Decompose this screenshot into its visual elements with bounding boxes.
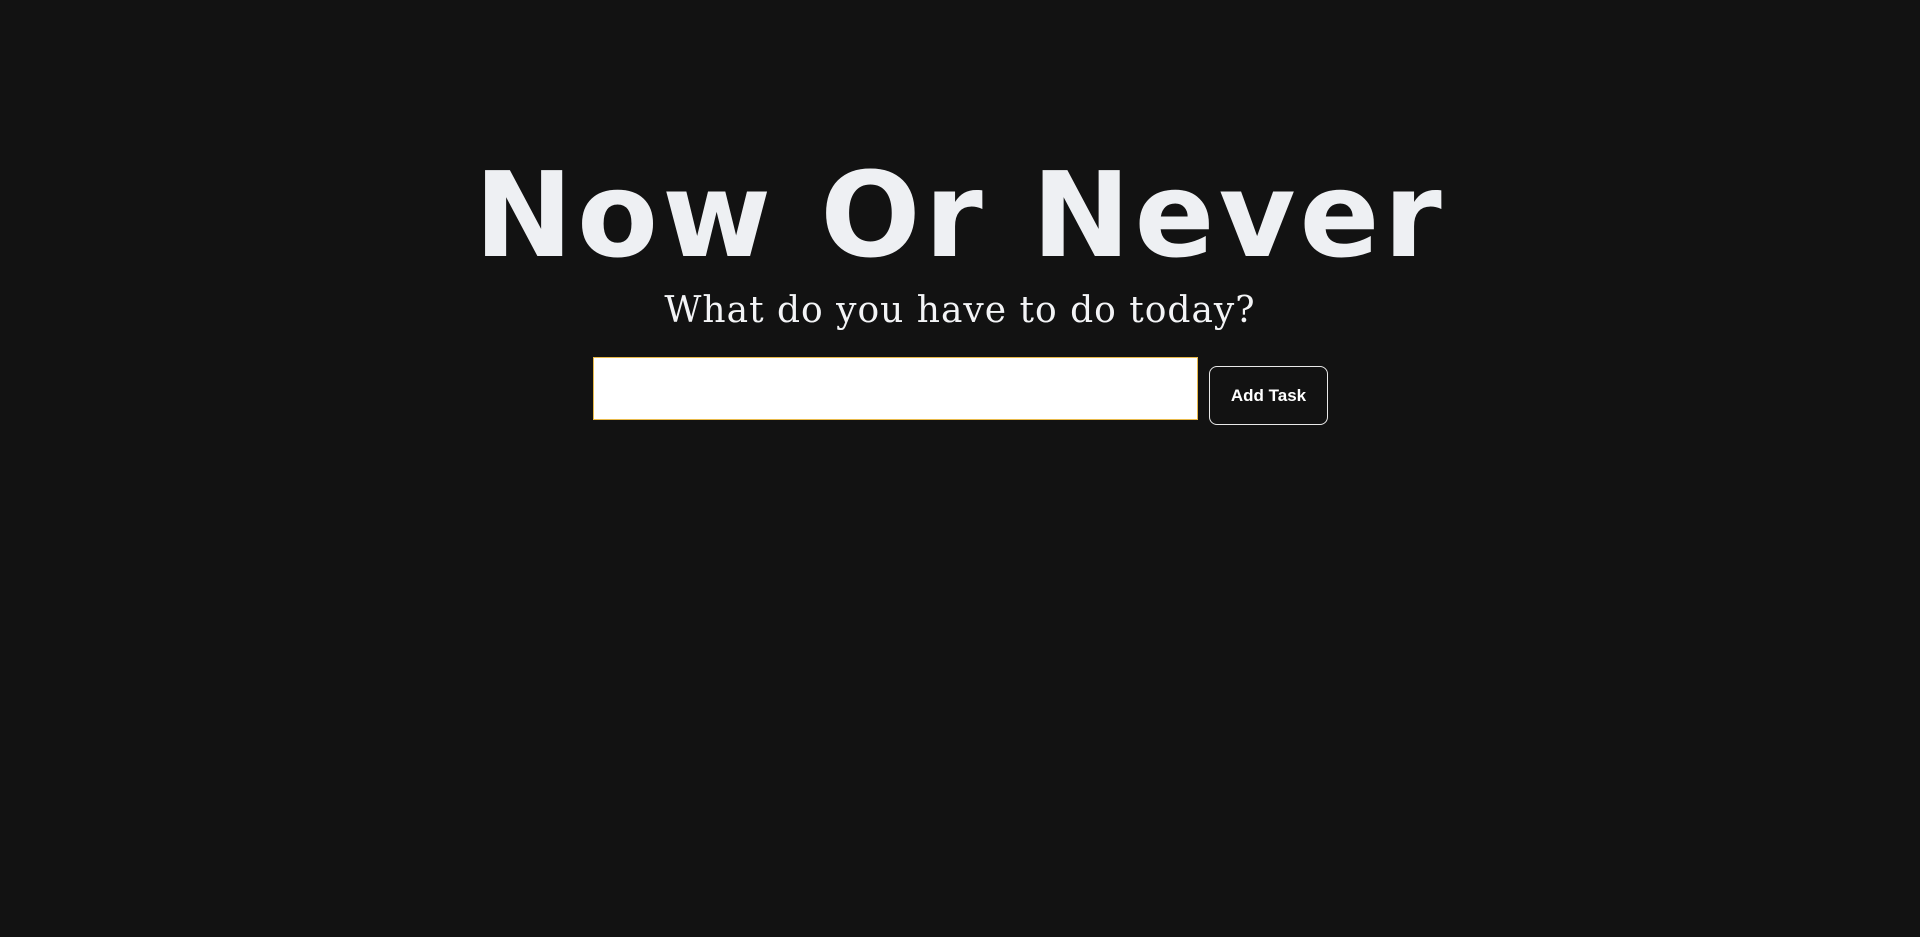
add-task-button[interactable]: Add Task [1209,366,1328,425]
app-title: Now Or Never [474,146,1446,284]
app-subtitle: What do you have to do today? [664,290,1256,331]
todo-app: Now Or Never What do you have to do toda… [0,0,1920,937]
task-input[interactable] [593,357,1198,420]
